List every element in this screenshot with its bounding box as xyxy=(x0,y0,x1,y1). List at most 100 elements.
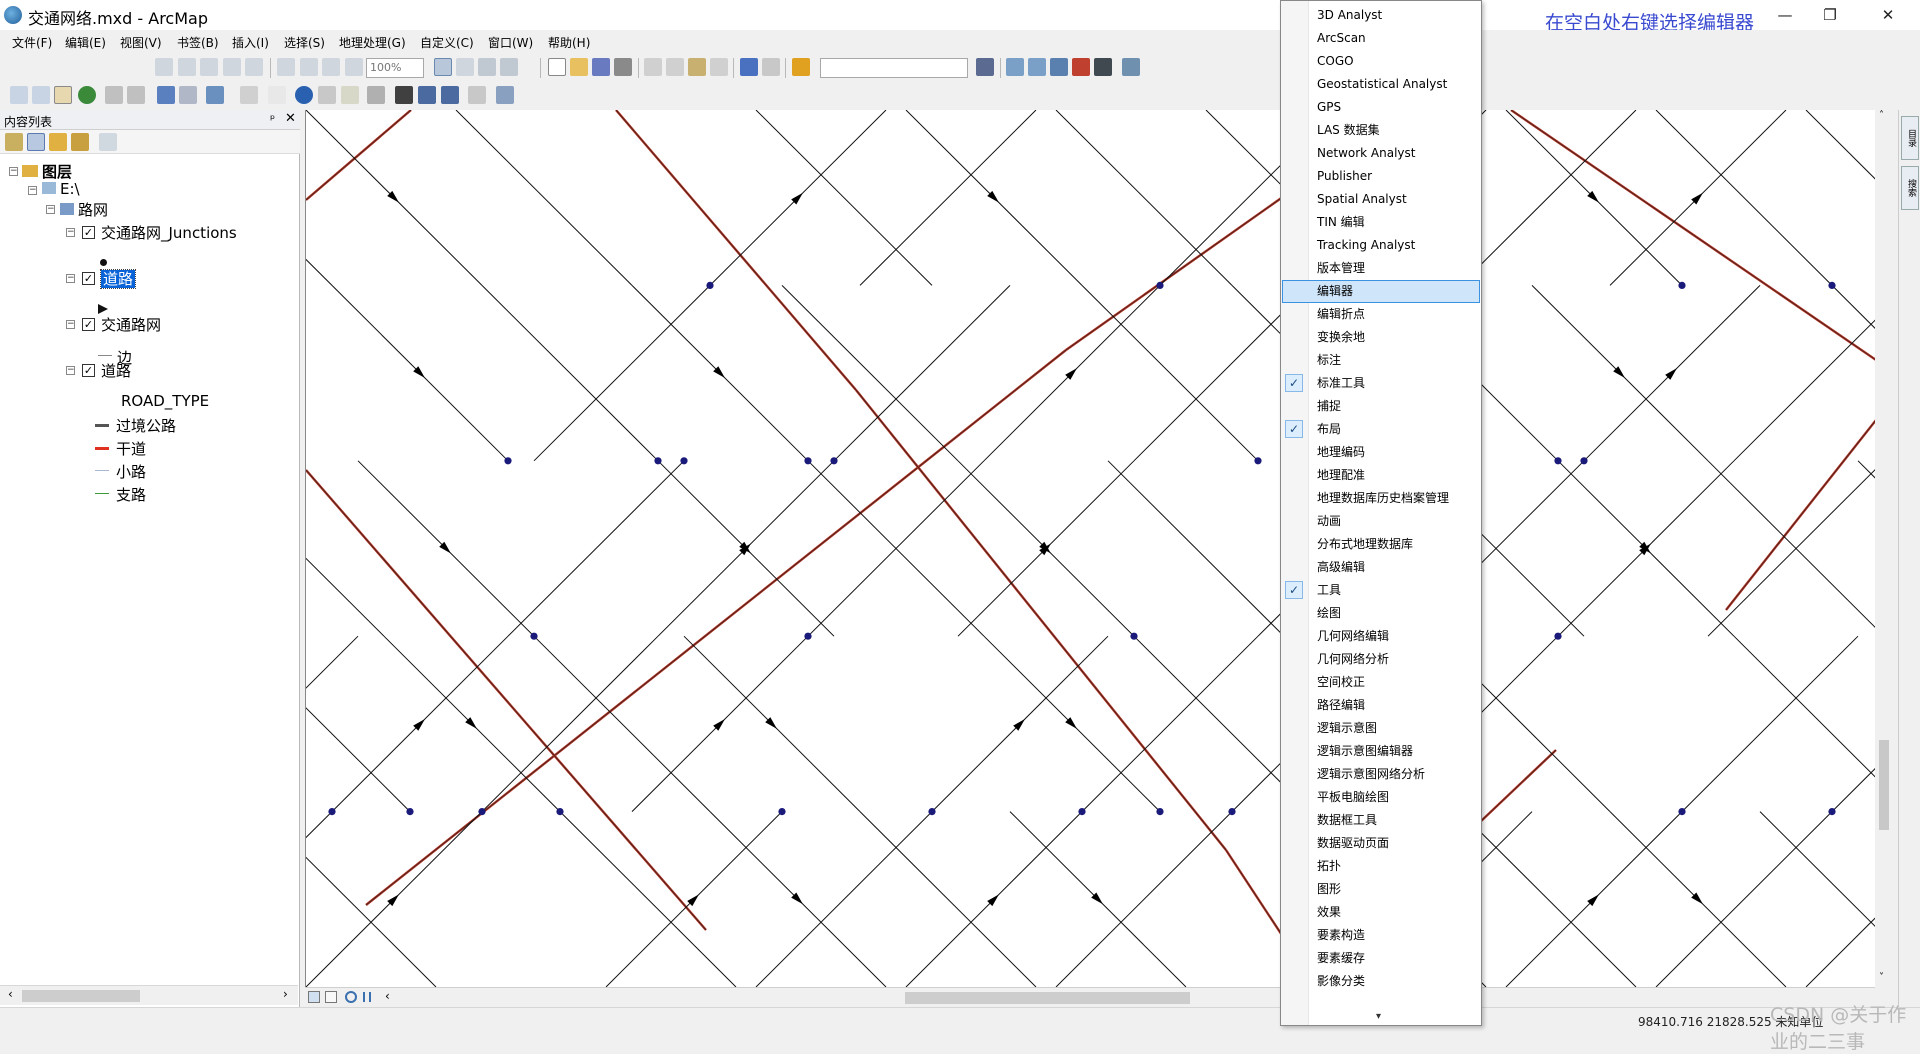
full-extent-icon[interactable] xyxy=(78,86,96,104)
toolbar-menu-item[interactable]: 拓扑 xyxy=(1282,855,1480,878)
select-elements-icon[interactable] xyxy=(268,86,286,104)
layout-view-icon[interactable] xyxy=(325,991,337,1003)
zoom-in-icon[interactable] xyxy=(10,86,28,104)
close-button[interactable]: ✕ xyxy=(1868,2,1908,28)
toolbar-menu-item[interactable]: LAS 数据集 xyxy=(1282,119,1480,142)
toolbar-menu-item[interactable]: 地理编码 xyxy=(1282,441,1480,464)
collapse-icon[interactable]: − xyxy=(66,366,75,375)
menu-insert[interactable]: 插入(I) xyxy=(232,34,269,51)
toggle-draft-icon[interactable] xyxy=(434,58,452,76)
measure-icon[interactable] xyxy=(367,86,385,104)
scroll-thumb[interactable] xyxy=(22,990,140,1002)
toolbar-menu-item[interactable]: 要素缓存 xyxy=(1282,947,1480,970)
zoom-whole-page-icon[interactable] xyxy=(277,58,295,76)
map-canvas[interactable] xyxy=(305,110,1875,987)
select-features-icon[interactable] xyxy=(206,86,224,104)
focus-frame-icon[interactable] xyxy=(456,58,474,76)
junction-point[interactable] xyxy=(928,808,936,816)
menu-view[interactable]: 视图(V) xyxy=(120,34,162,51)
list-by-visibility-icon[interactable] xyxy=(49,133,67,151)
save-icon[interactable] xyxy=(592,58,610,76)
toolbar-menu-item[interactable]: 逻辑示意图网络分析 xyxy=(1282,763,1480,786)
copy-edit-icon[interactable] xyxy=(178,58,196,76)
viewer-window-icon[interactable] xyxy=(496,86,514,104)
junction-point[interactable] xyxy=(1228,808,1236,816)
scroll-left-icon[interactable]: ‹ xyxy=(385,989,390,1003)
dataset-node[interactable]: 路网 xyxy=(60,199,108,220)
layer-visibility-checkbox[interactable]: ✓ xyxy=(82,272,95,285)
toolbar-menu-item[interactable]: 图形 xyxy=(1282,878,1480,901)
data-driven-pages-icon[interactable] xyxy=(500,58,518,76)
toolbar-menu-item[interactable]: Publisher xyxy=(1282,165,1480,188)
menu-windows[interactable]: 窗口(W) xyxy=(488,34,533,51)
layout-edit-icon[interactable] xyxy=(245,58,263,76)
toolbar-menu-item[interactable]: ✓ 工具 xyxy=(1282,579,1480,602)
pin-icon[interactable]: ᵖ xyxy=(270,112,275,126)
map-scroll-thumb[interactable] xyxy=(905,992,1190,1004)
junction-point[interactable] xyxy=(530,632,538,640)
toolbar-menu-item[interactable]: 绘图 xyxy=(1282,602,1480,625)
toolbar-menu-item[interactable]: ✓ 布局 xyxy=(1282,418,1480,441)
copy-icon[interactable] xyxy=(666,58,684,76)
toolbar-menu-item[interactable]: TIN 编辑 xyxy=(1282,211,1480,234)
toolbar-menu-item[interactable]: 要素构造 xyxy=(1282,924,1480,947)
toc-horizontal-scrollbar[interactable]: ‹ › xyxy=(0,985,298,1005)
model-builder-icon[interactable] xyxy=(1122,58,1140,76)
layer-visibility-checkbox[interactable]: ✓ xyxy=(82,364,95,377)
menu-edit[interactable]: 编辑(E) xyxy=(65,34,106,51)
zoom-out-fixed-icon[interactable] xyxy=(322,58,340,76)
junction-point[interactable] xyxy=(1156,808,1164,816)
toolbar-menu-item[interactable]: 分布式地理数据库 xyxy=(1282,533,1480,556)
menu-file[interactable]: 文件(F) xyxy=(12,34,52,51)
collapse-icon[interactable]: − xyxy=(28,186,37,195)
collapse-icon[interactable]: − xyxy=(46,205,55,214)
junction-point[interactable] xyxy=(1828,281,1836,289)
scroll-down-icon[interactable]: ˅ xyxy=(1879,972,1884,983)
add-data-icon[interactable] xyxy=(792,58,810,76)
toolbar-menu-item[interactable]: Tracking Analyst xyxy=(1282,234,1480,257)
search-tab[interactable]: 搜索 xyxy=(1901,166,1919,210)
toolbar-menu-item[interactable]: 几何网络分析 xyxy=(1282,648,1480,671)
junction-point[interactable] xyxy=(478,808,486,816)
list-by-source-icon[interactable] xyxy=(27,133,45,151)
scroll-left-icon[interactable]: ‹ xyxy=(8,987,13,1001)
toc-options-icon[interactable] xyxy=(99,133,117,151)
collapse-icon[interactable]: − xyxy=(66,274,75,283)
table-of-contents-icon[interactable] xyxy=(1006,58,1024,76)
junction-point[interactable] xyxy=(1156,281,1164,289)
toolbar-menu-item[interactable]: 效果 xyxy=(1282,901,1480,924)
open-folder-icon[interactable] xyxy=(570,58,588,76)
html-popup-icon[interactable] xyxy=(341,86,359,104)
back-extent-icon[interactable] xyxy=(157,86,175,104)
new-document-icon[interactable] xyxy=(548,58,566,76)
junction-point[interactable] xyxy=(804,457,812,465)
toolbar-menu-item[interactable]: 变换余地 xyxy=(1282,326,1480,349)
junction-point[interactable] xyxy=(1254,457,1262,465)
toolbar-menu-item[interactable]: 影像分类 xyxy=(1282,970,1480,993)
menu-bookmarks[interactable]: 书签(B) xyxy=(177,34,219,51)
layer-visibility-checkbox[interactable]: ✓ xyxy=(82,226,95,239)
paste-edit-icon[interactable] xyxy=(200,58,218,76)
junction-point[interactable] xyxy=(1554,632,1562,640)
layer-visibility-checkbox[interactable]: ✓ xyxy=(82,318,95,331)
junction-point[interactable] xyxy=(1678,808,1686,816)
vertical-scroll-thumb[interactable] xyxy=(1879,740,1889,830)
paste-icon[interactable] xyxy=(688,58,706,76)
junction-point[interactable] xyxy=(654,457,662,465)
toolbar-menu-item[interactable]: 平板电脑绘图 xyxy=(1282,786,1480,809)
time-slider-icon[interactable] xyxy=(468,86,486,104)
junction-point[interactable] xyxy=(1554,457,1562,465)
clear-selection-icon[interactable] xyxy=(240,86,258,104)
junction-point[interactable] xyxy=(830,457,838,465)
toolbar-menu-item[interactable]: 捕捉 xyxy=(1282,395,1480,418)
collapse-icon[interactable]: − xyxy=(66,320,75,329)
menu-geoprocessing[interactable]: 地理处理(G) xyxy=(339,34,406,51)
toolbar-menu-item[interactable]: 动画 xyxy=(1282,510,1480,533)
map-vertical-scrollbar[interactable]: ˄ ˅ xyxy=(1876,110,1892,987)
scroll-right-icon[interactable]: › xyxy=(283,987,288,1001)
cut-edit-icon[interactable] xyxy=(155,58,173,76)
layer-junctions[interactable]: 交通路网_Junctions xyxy=(101,222,237,243)
junction-point[interactable] xyxy=(706,281,714,289)
toolbar-menu-item[interactable]: 逻辑示意图 xyxy=(1282,717,1480,740)
menu-scroll-more-icon[interactable]: ▾ xyxy=(1376,1011,1381,1022)
